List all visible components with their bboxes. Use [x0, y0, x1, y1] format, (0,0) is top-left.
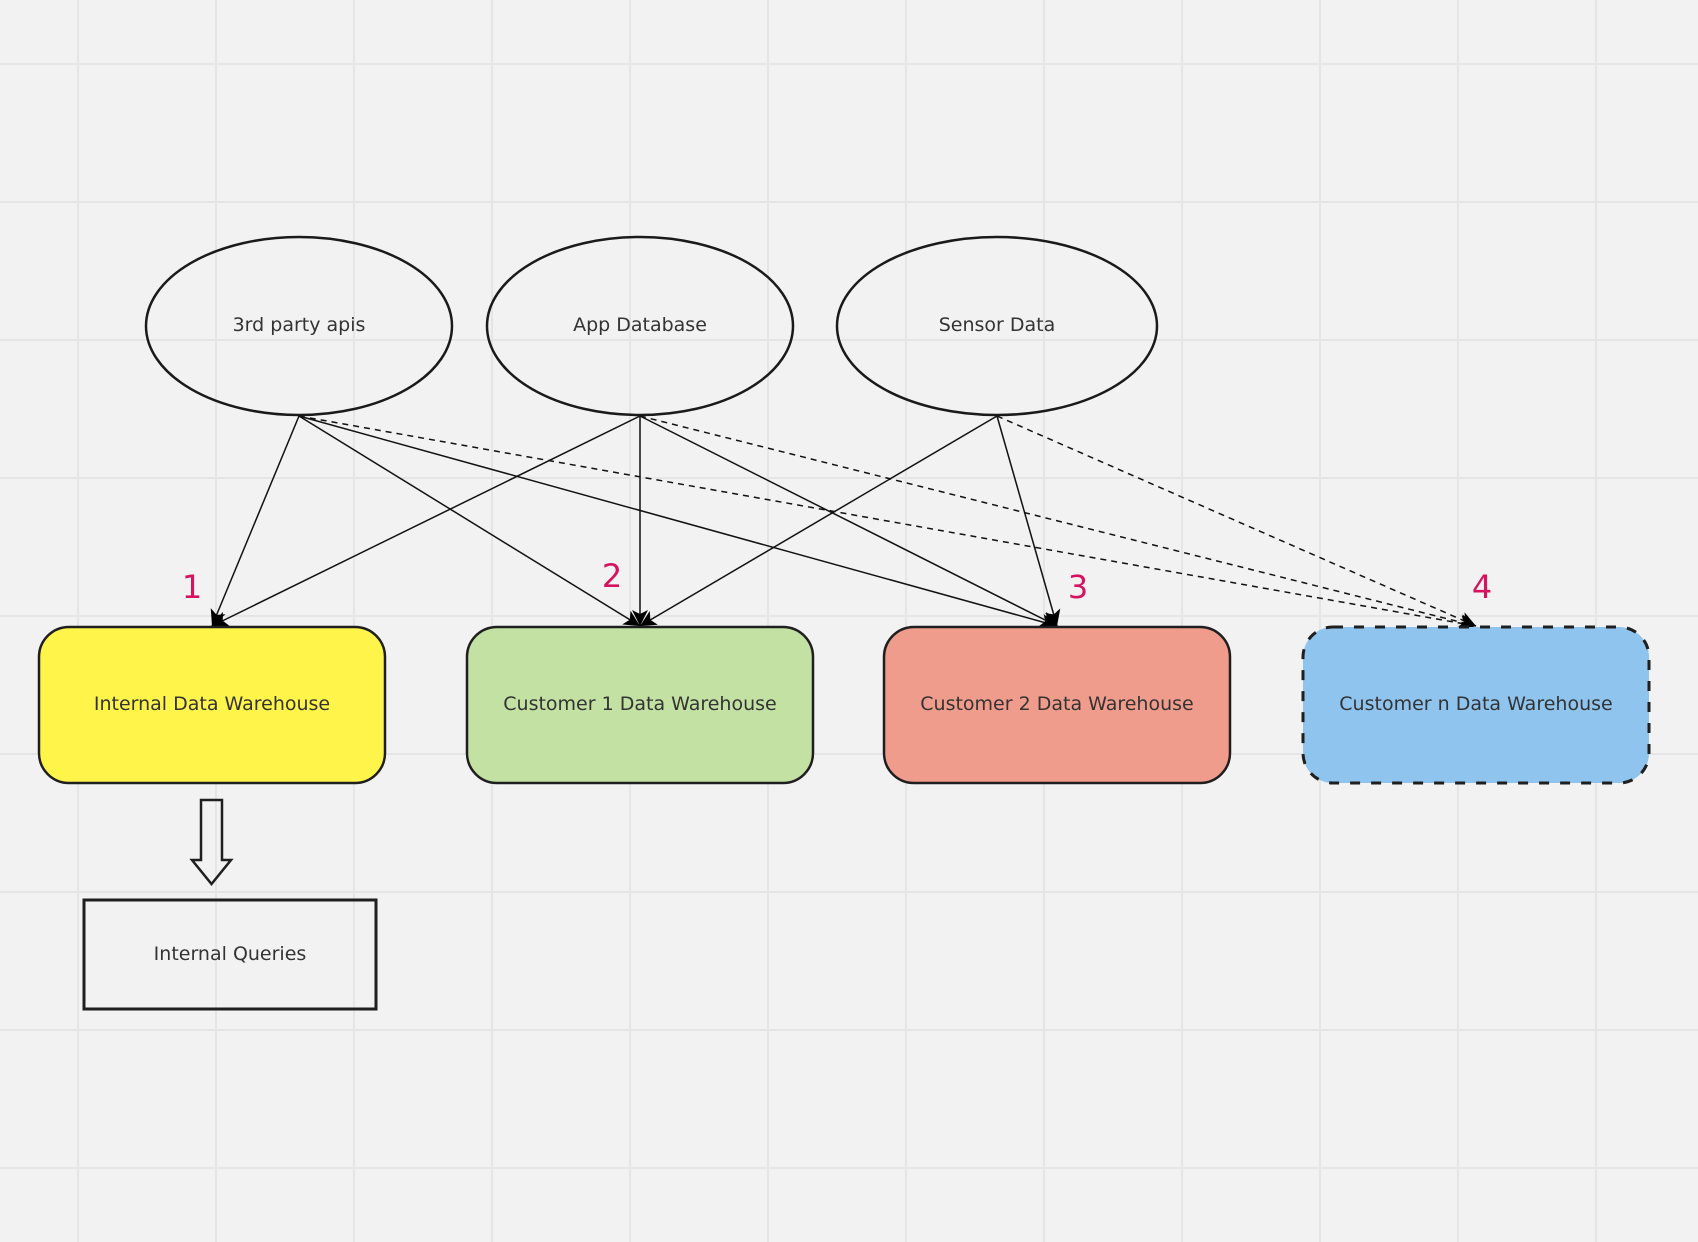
- connectors: [210, 415, 1477, 632]
- connector-src-3rd-party-to-wh-customer-n[interactable]: [298, 415, 1477, 632]
- internal-queries-node[interactable]: Internal Queries: [82, 898, 378, 1011]
- connector-src-3rd-party-to-wh-internal[interactable]: [210, 415, 300, 627]
- node-label: 3rd party apis: [233, 314, 366, 336]
- connector-src-app-db-to-wh-customer-n[interactable]: [639, 415, 1477, 630]
- step-number-3: 3: [1068, 568, 1088, 606]
- warehouse-customer-1[interactable]: Customer 1 Data Warehouse: [465, 625, 815, 785]
- step-number-4: 4: [1472, 568, 1492, 606]
- node-label: Internal Queries: [154, 943, 307, 965]
- connector-src-app-db-to-wh-internal[interactable]: [211, 415, 641, 627]
- source-node-sensor-data[interactable]: Sensor Data: [835, 235, 1159, 417]
- warehouse-customer-n[interactable]: Customer n Data Warehouse: [1301, 625, 1651, 785]
- connector-src-3rd-party-to-wh-customer-1[interactable]: [298, 415, 641, 627]
- node-label: Internal Data Warehouse: [94, 693, 330, 715]
- node-label: Customer 1 Data Warehouse: [503, 693, 776, 715]
- connector-src-sensor-to-wh-customer-2[interactable]: [996, 415, 1061, 627]
- connector-src-app-db-to-wh-customer-2[interactable]: [639, 415, 1058, 627]
- node-label: Sensor Data: [939, 314, 1056, 336]
- node-label: Customer 2 Data Warehouse: [920, 693, 1193, 715]
- background-grid: [0, 0, 1698, 1242]
- source-node-app-database[interactable]: App Database: [485, 235, 795, 417]
- block-arrow-down-icon[interactable]: [189, 798, 234, 886]
- diagram: 3rd party apis App Database Sensor Data …: [0, 0, 1698, 1242]
- warehouse-internal[interactable]: Internal Data Warehouse: [37, 625, 387, 785]
- node-label: App Database: [573, 314, 707, 336]
- step-number-2: 2: [602, 557, 622, 595]
- source-node-3rd-party-apis[interactable]: 3rd party apis: [144, 235, 454, 417]
- node-label: Customer n Data Warehouse: [1339, 693, 1612, 715]
- whiteboard-canvas[interactable]: 3rd party apis App Database Sensor Data …: [0, 0, 1698, 1242]
- warehouse-customer-2[interactable]: Customer 2 Data Warehouse: [882, 625, 1232, 785]
- step-number-1: 1: [182, 568, 202, 606]
